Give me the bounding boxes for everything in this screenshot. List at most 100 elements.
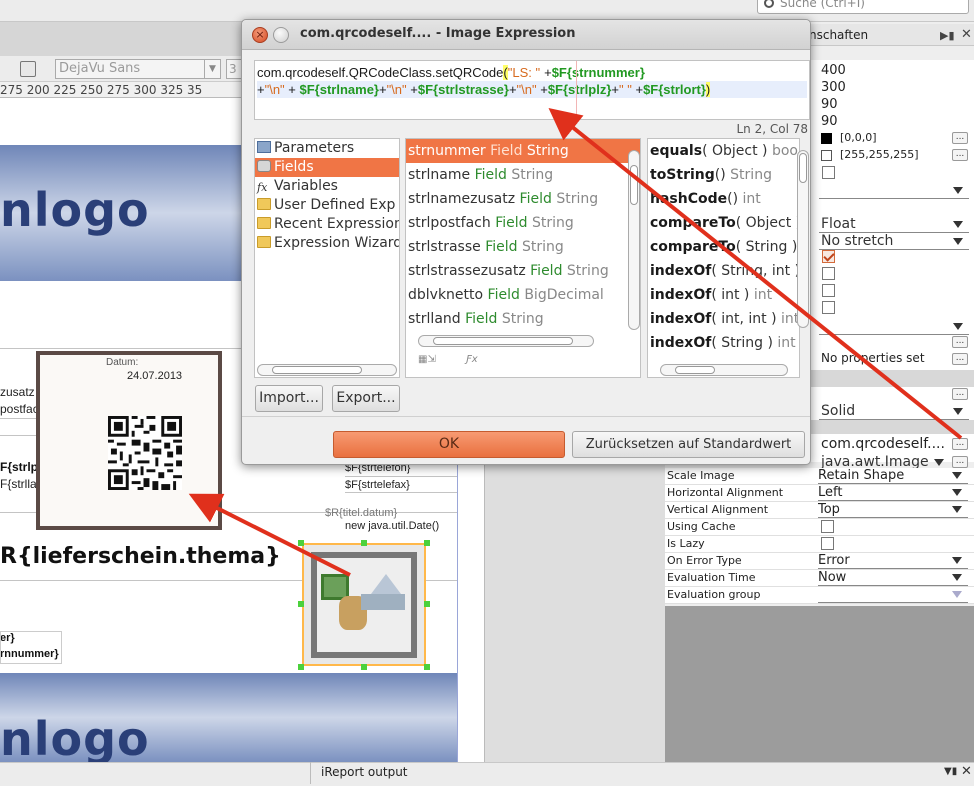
field-item[interactable]: strlland Field String	[406, 307, 640, 331]
prop-row-on-error-type[interactable]: On Error Type Error	[665, 553, 974, 570]
field-item[interactable]: strlpostfach Field String	[406, 211, 640, 235]
scroll-thumb[interactable]	[433, 337, 573, 345]
category-hscrollbar[interactable]	[257, 364, 397, 376]
scroll-thumb[interactable]	[630, 165, 638, 205]
close-icon[interactable]: ×	[252, 27, 268, 43]
prop-row-evaluation-group[interactable]: Evaluation group	[665, 587, 974, 604]
panel-dock-icon[interactable]: ▶▮	[940, 29, 955, 42]
export-button[interactable]: Export...	[332, 385, 400, 412]
output-minimize-icon[interactable]: ▼▮	[944, 766, 957, 777]
resize-handle[interactable]	[424, 601, 430, 607]
ok-button[interactable]: OK	[333, 431, 565, 458]
resize-handle[interactable]	[298, 601, 304, 607]
category-parameters[interactable]: Parameters	[255, 139, 399, 158]
method-item[interactable]: toString() String	[648, 163, 799, 187]
prop-row-vertical-alignment[interactable]: Vertical Alignment Top	[665, 502, 974, 519]
pattern-type-select[interactable]: Float	[819, 216, 969, 233]
insert-function-icon[interactable]: Ƒx	[466, 354, 478, 365]
minimize-icon[interactable]	[273, 27, 289, 43]
prop-row-scale-image[interactable]: Scale Image Retain Shape	[665, 468, 974, 485]
prop-select[interactable]: Top	[818, 502, 968, 518]
print-first-checkbox[interactable]	[822, 284, 835, 297]
field-item[interactable]: strlnamezusatz Field String	[406, 187, 640, 211]
fields-vscrollbar[interactable]	[628, 150, 640, 330]
insert-field-icon[interactable]: ▦⇲	[418, 354, 436, 365]
prop-select[interactable]: Now	[818, 570, 968, 586]
is-lazy-checkbox[interactable]	[821, 537, 834, 550]
method-item[interactable]: indexOf( String, int )	[648, 259, 799, 283]
scroll-thumb[interactable]	[272, 366, 362, 374]
fill-select[interactable]: Solid	[819, 403, 969, 420]
opaque-checkbox[interactable]	[822, 166, 835, 179]
format-painter-icon[interactable]	[20, 61, 36, 77]
field-zusatz[interactable]: zusatz	[0, 385, 35, 399]
forecolor-value[interactable]: [0,0,0]	[840, 131, 877, 144]
prop-select[interactable]: Left	[818, 485, 968, 501]
method-item[interactable]: hashCode() int	[648, 187, 799, 211]
method-item[interactable]: compareTo( Object )	[648, 211, 799, 235]
prop-row-horizontal-alignment[interactable]: Horizontal Alignment Left	[665, 485, 974, 502]
fields-hscrollbar[interactable]	[418, 335, 594, 347]
using-cache-checkbox[interactable]	[821, 520, 834, 533]
ireport-output-tab[interactable]: iReport output	[310, 762, 974, 784]
expression-class-edit-button[interactable]: ...	[952, 456, 968, 468]
resize-handle[interactable]	[298, 664, 304, 670]
methods-hscrollbar[interactable]	[660, 364, 788, 376]
image-expression-value[interactable]: com.qrcodeself....	[821, 436, 945, 452]
scroll-thumb[interactable]	[799, 153, 807, 183]
method-item[interactable]: indexOf( String ) int	[648, 331, 799, 355]
category-user-defined[interactable]: User Defined Exp	[255, 196, 399, 215]
reset-default-button[interactable]: Zurücksetzen auf Standardwert	[572, 431, 805, 458]
method-item[interactable]: equals( Object ) bool	[648, 139, 799, 163]
field-item[interactable]: strlstrassezusatz Field String	[406, 259, 640, 283]
field-item[interactable]: strlname Field String	[406, 163, 640, 187]
field-lieferschein-thema[interactable]: R{lieferschein.thema}	[0, 544, 281, 569]
field-telefax[interactable]: $F{strtelefax}	[345, 479, 410, 491]
resize-handle[interactable]	[361, 540, 367, 546]
backcolor-edit-button[interactable]: ...	[952, 149, 968, 161]
field-postfach[interactable]: postfac	[0, 402, 39, 416]
field-strlland[interactable]: F{strlla	[0, 477, 37, 491]
category-recent[interactable]: Recent Expression	[255, 215, 399, 234]
field-item[interactable]: dblvknetto Field BigDecimal	[406, 283, 640, 307]
prop-value-width[interactable]: 400	[821, 63, 846, 78]
methods-vscrollbar[interactable]	[797, 150, 809, 328]
method-item[interactable]: compareTo( String ) i	[648, 235, 799, 259]
import-button[interactable]: Import...	[255, 385, 323, 412]
output-close-icon[interactable]: ✕	[961, 764, 972, 779]
print-repeated-checkbox[interactable]	[822, 250, 835, 263]
print-when-edit-button[interactable]: ...	[952, 336, 968, 348]
image-element[interactable]	[302, 543, 426, 666]
category-wizard[interactable]: Expression Wizard	[255, 234, 399, 253]
box-edit-button[interactable]: ...	[952, 388, 968, 400]
mode-select[interactable]	[819, 182, 969, 199]
scroll-thumb[interactable]	[675, 366, 715, 374]
category-variables[interactable]: fx Variables	[255, 177, 399, 196]
forecolor-edit-button[interactable]: ...	[952, 132, 968, 144]
prop-value-x[interactable]: 90	[821, 97, 838, 112]
prop-select[interactable]: Retain Shape	[818, 468, 968, 484]
search-input[interactable]: Suche (Ctrl+I)	[757, 0, 969, 14]
expression-editor[interactable]: com.qrcodeself.QRCodeClass.setQRCode("LS…	[254, 60, 810, 120]
prop-select[interactable]: Error	[818, 553, 968, 569]
prop-row-evaluation-time[interactable]: Evaluation Time Now	[665, 570, 974, 587]
method-item[interactable]: indexOf( int ) int	[648, 283, 799, 307]
font-family-select[interactable]: DejaVu Sans ▼	[55, 59, 221, 79]
method-item[interactable]: indexOf( int, int ) int	[648, 307, 799, 331]
field-item[interactable]: strlstrasse Field String	[406, 235, 640, 259]
stretch-type-select[interactable]: No stretch	[819, 233, 969, 250]
backcolor-value[interactable]: [255,255,255]	[840, 148, 919, 161]
properties-edit-button[interactable]: ...	[952, 353, 968, 365]
resize-handle[interactable]	[361, 664, 367, 670]
prop-select[interactable]	[818, 587, 968, 603]
panel-close-icon[interactable]: ✕	[961, 27, 972, 42]
dialog-titlebar[interactable]: × com.qrcodeself.... - Image Expression	[242, 20, 810, 50]
category-fields[interactable]: Fields	[255, 158, 399, 177]
prop-row-is-lazy[interactable]: Is Lazy	[665, 536, 974, 553]
remove-line-checkbox[interactable]	[822, 267, 835, 280]
prop-value-y[interactable]: 90	[821, 114, 838, 129]
prop-row-using-cache[interactable]: Using Cache	[665, 519, 974, 536]
field-titel-datum[interactable]: $R{titel.datum}	[325, 507, 397, 519]
field-strlplz[interactable]: F{strlp	[0, 460, 38, 474]
field-item[interactable]: strnummer Field String	[406, 139, 640, 163]
